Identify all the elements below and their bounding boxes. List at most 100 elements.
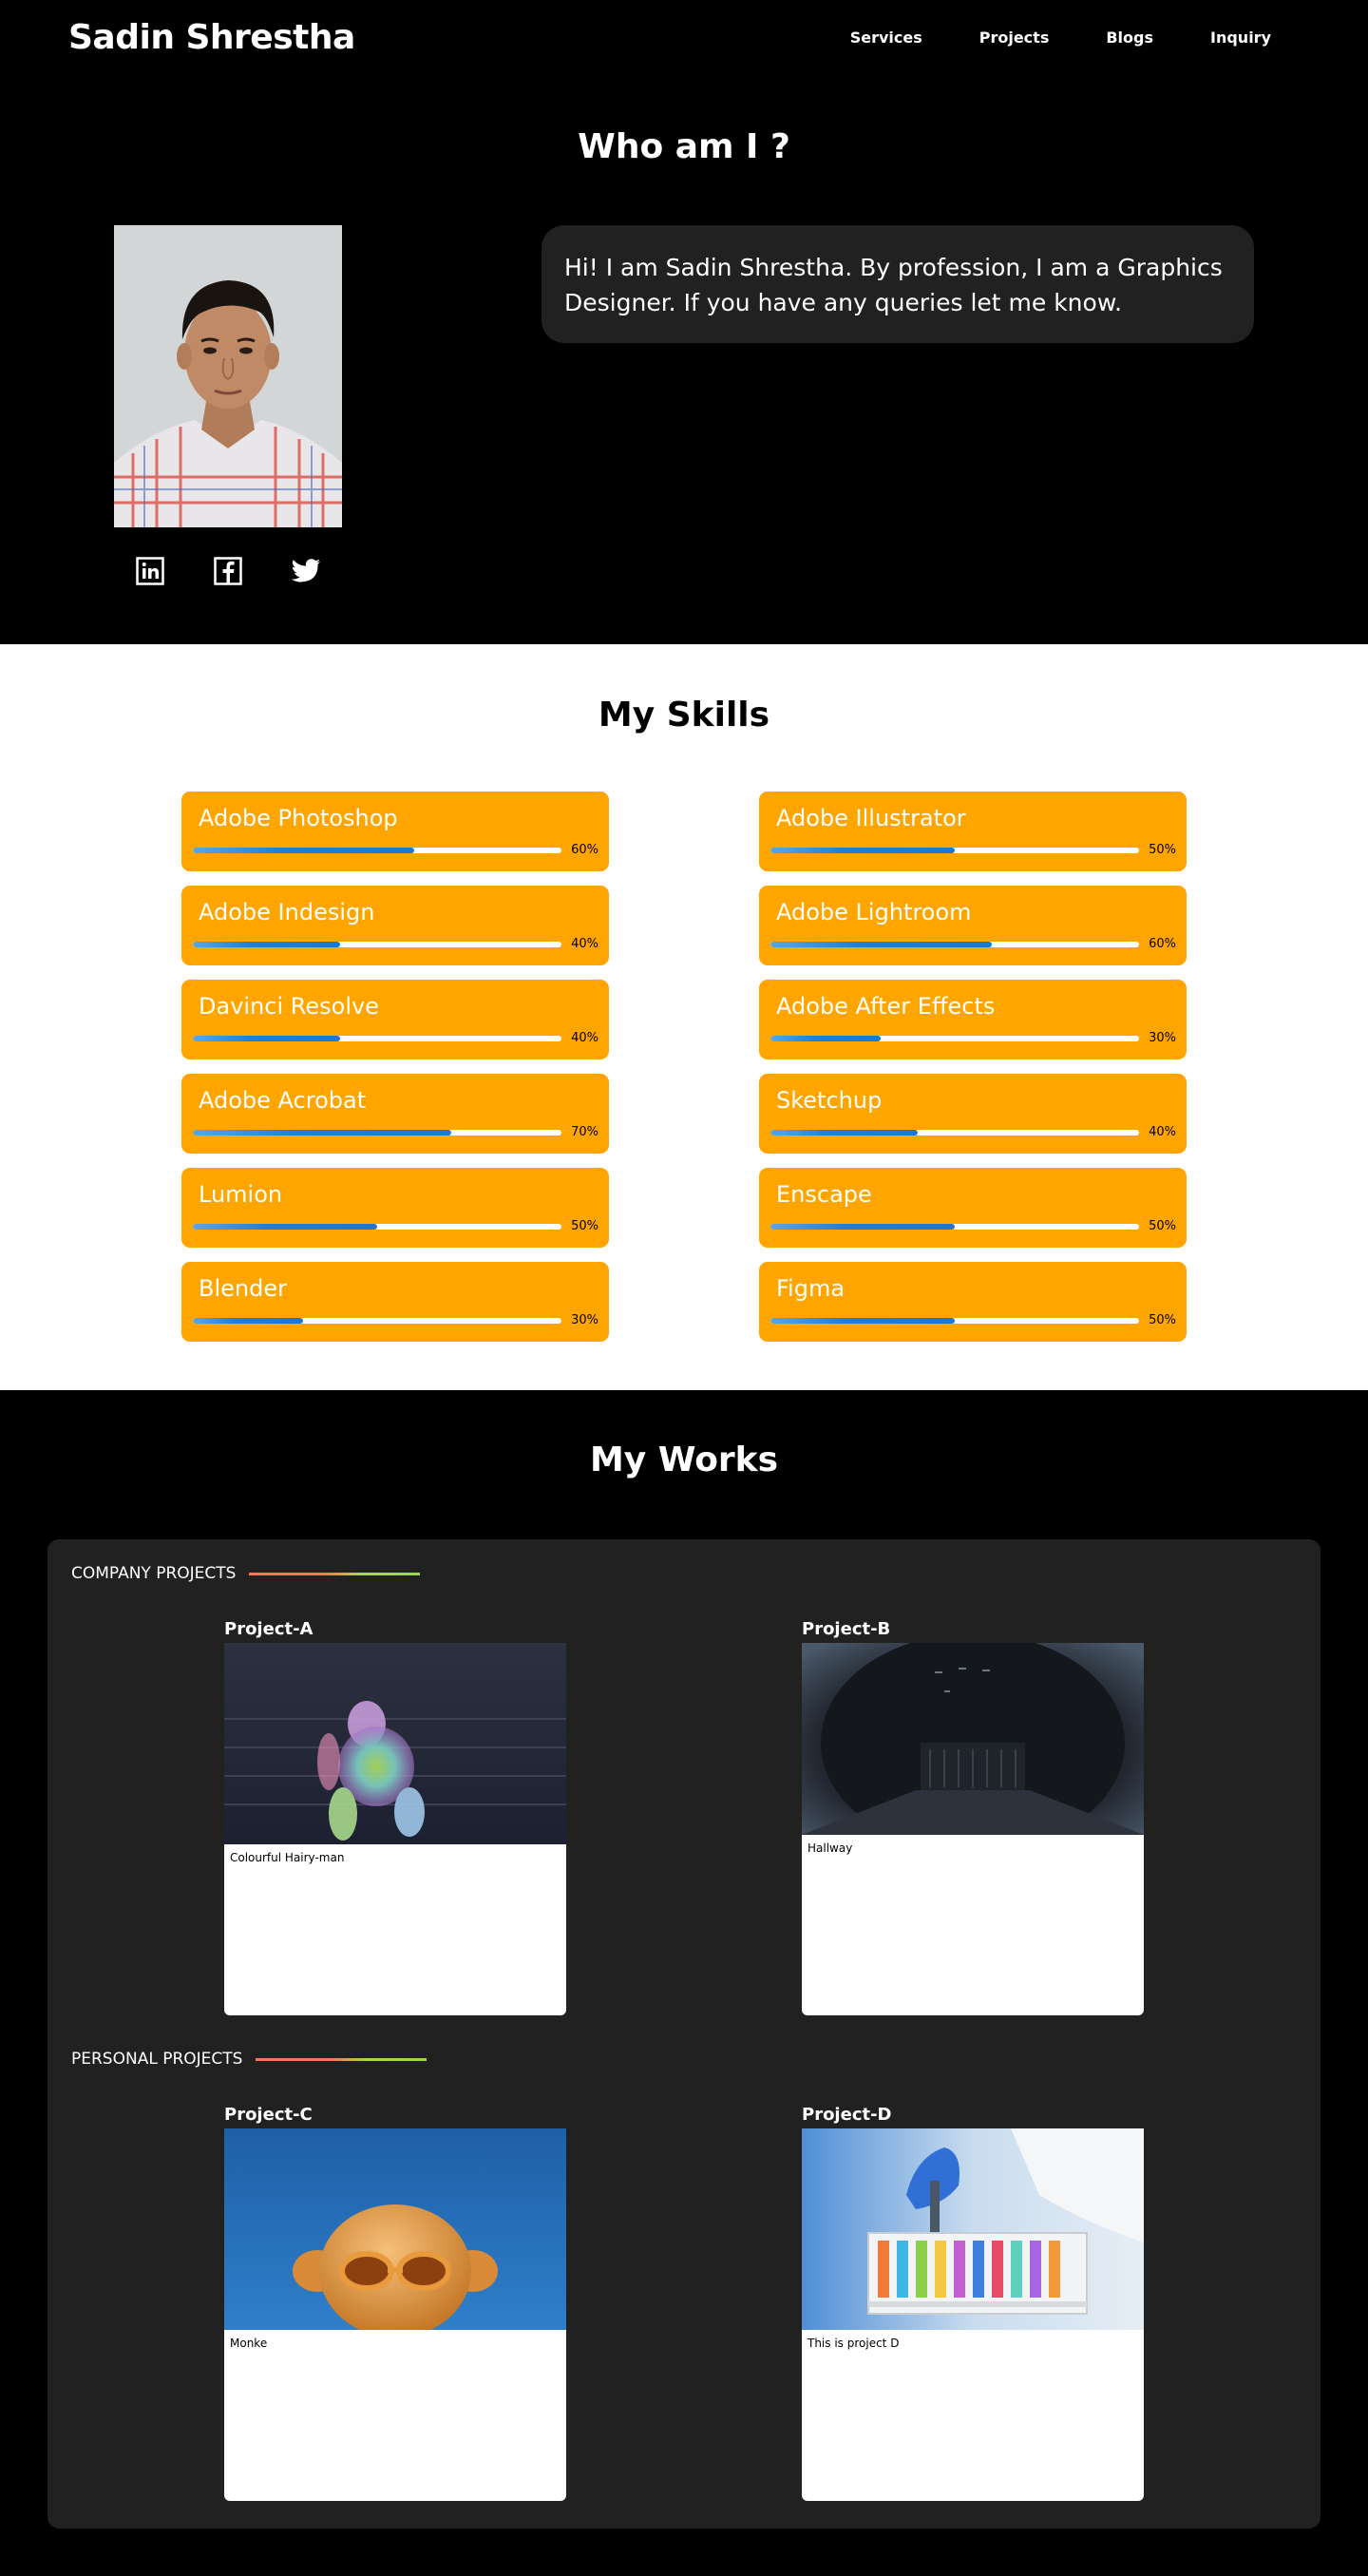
skills-title: My Skills	[598, 696, 770, 735]
skill-name: Figma	[776, 1275, 846, 1302]
skill-name: Davinci Resolve	[199, 993, 379, 1020]
skill-percent: 40%	[1149, 1125, 1176, 1139]
skill-bar-fill	[193, 1318, 304, 1324]
skill-card: Davinci Resolve 40%	[181, 980, 609, 1059]
skill-name: Adobe Acrobat	[199, 1087, 367, 1114]
skill-card: Blender 30%	[181, 1262, 609, 1342]
skill-bar-fill	[770, 1318, 955, 1324]
company-projects-heading: COMPANY PROJECTS	[71, 1564, 421, 1583]
bio-card: Hi! I am Sadin Shrestha. By profession, …	[542, 225, 1254, 343]
twitter-icon[interactable]	[291, 556, 321, 586]
skill-card: Lumion 50%	[181, 1168, 609, 1248]
skill-card: Adobe After Effects 30%	[759, 980, 1187, 1059]
skill-card: Adobe Indesign 40%	[181, 886, 609, 965]
project-thumbnail[interactable]	[802, 1643, 1144, 1835]
skill-bar	[193, 942, 561, 947]
heading-divider	[249, 1572, 421, 1575]
skill-bar	[193, 1318, 561, 1324]
skill-bar-fill	[770, 1036, 882, 1041]
heading-divider	[256, 2057, 428, 2061]
skill-percent: 50%	[1149, 1313, 1176, 1327]
skill-name: Adobe Lightroom	[776, 899, 972, 925]
skill-card: Adobe Lightroom 60%	[759, 886, 1187, 965]
project-card-c[interactable]: Project-C Monke	[224, 2105, 566, 2501]
skill-name: Adobe Photoshop	[199, 805, 398, 831]
main-nav: Services Projects Blogs Inquiry	[850, 29, 1271, 47]
works-section: My Works COMPANY PROJECTS Project-A Colo…	[0, 1390, 1368, 2576]
skill-bar	[193, 1224, 561, 1230]
skill-percent: 50%	[571, 1219, 598, 1233]
skill-card: Adobe Acrobat 70%	[181, 1074, 609, 1154]
skill-bar-fill	[770, 942, 992, 947]
skill-bar	[770, 1036, 1139, 1041]
skill-bar-fill	[193, 848, 414, 853]
skill-bar	[770, 1224, 1139, 1230]
skill-bar-fill	[193, 1224, 377, 1230]
skill-bar	[770, 848, 1139, 853]
profile-photo	[114, 225, 342, 527]
skill-percent: 60%	[1149, 937, 1176, 951]
skill-name: Lumion	[199, 1181, 283, 1208]
company-projects-label: COMPANY PROJECTS	[71, 1564, 237, 1583]
works-panel: COMPANY PROJECTS Project-A Colourful Hai…	[48, 1539, 1320, 2528]
nav-services[interactable]: Services	[850, 29, 922, 47]
skill-card: Sketchup 40%	[759, 1074, 1187, 1154]
skill-name: Adobe Indesign	[199, 899, 375, 925]
personal-projects-heading: PERSONAL PROJECTS	[71, 2050, 428, 2069]
skill-name: Blender	[199, 1275, 287, 1302]
skill-percent: 70%	[571, 1125, 598, 1139]
skill-percent: 40%	[571, 1031, 598, 1045]
works-title: My Works	[589, 1441, 779, 1479]
project-caption: Monke	[224, 2330, 566, 2501]
skill-card: Enscape 50%	[759, 1168, 1187, 1248]
project-caption: Hallway	[802, 1835, 1144, 2015]
skill-bar-fill	[770, 1130, 919, 1135]
skill-percent: 30%	[571, 1313, 598, 1327]
project-thumbnail[interactable]	[802, 2128, 1144, 2330]
skill-name: Sketchup	[776, 1087, 883, 1114]
skills-section: My Skills Adobe Photoshop 60% Adobe Inde…	[0, 644, 1368, 1390]
project-title: Project-A	[224, 1619, 314, 1639]
skill-name: Adobe After Effects	[776, 993, 996, 1020]
skill-name: Enscape	[776, 1181, 872, 1208]
project-title: Project-C	[224, 2105, 313, 2125]
project-card-d[interactable]: Project-D This is project D	[802, 2105, 1144, 2501]
project-card-b[interactable]: Project-B Hallway	[802, 1619, 1144, 2015]
project-title: Project-B	[802, 1619, 891, 1639]
project-caption: Colourful Hairy-man	[224, 1844, 566, 2015]
skill-bar-fill	[770, 848, 955, 853]
skill-bar	[770, 1130, 1139, 1135]
skill-bar	[193, 848, 561, 853]
project-card-a[interactable]: Project-A Colourful Hairy-man	[224, 1619, 566, 2015]
project-caption: This is project D	[802, 2330, 1144, 2501]
skill-bar	[770, 1318, 1139, 1324]
skill-bar	[193, 1036, 561, 1041]
nav-projects[interactable]: Projects	[979, 29, 1050, 47]
social-links	[135, 556, 321, 586]
skill-percent: 50%	[1149, 843, 1176, 857]
skill-card: Adobe Photoshop 60%	[181, 792, 609, 871]
site-header: Sadin Shrestha Services Projects Blogs I…	[0, 0, 1368, 74]
project-thumbnail[interactable]	[224, 2128, 566, 2330]
skill-bar-fill	[193, 942, 341, 947]
skill-bar	[193, 1130, 561, 1135]
project-title: Project-D	[802, 2105, 892, 2125]
project-thumbnail[interactable]	[224, 1643, 566, 1844]
skill-name: Adobe Illustrator	[776, 805, 966, 831]
personal-projects-label: PERSONAL PROJECTS	[71, 2050, 243, 2069]
skill-percent: 40%	[571, 937, 598, 951]
about-title: Who am I ?	[578, 127, 790, 166]
brand-name[interactable]: Sadin Shrestha	[68, 18, 355, 57]
skill-card: Figma 50%	[759, 1262, 1187, 1342]
skills-column-left: Adobe Photoshop 60% Adobe Indesign 40% D…	[181, 792, 609, 1342]
skills-column-right: Adobe Illustrator 50% Adobe Lightroom 60…	[759, 792, 1187, 1342]
skill-bar	[770, 942, 1139, 947]
about-section: Who am I ? Hi! I am Sadin Shrestha. By p…	[0, 74, 1368, 644]
skill-bar-fill	[193, 1130, 451, 1135]
linkedin-icon[interactable]	[135, 556, 165, 586]
nav-inquiry[interactable]: Inquiry	[1210, 29, 1271, 47]
nav-blogs[interactable]: Blogs	[1106, 29, 1153, 47]
skill-percent: 30%	[1149, 1031, 1176, 1045]
facebook-icon[interactable]	[213, 556, 243, 586]
skill-bar-fill	[193, 1036, 341, 1041]
